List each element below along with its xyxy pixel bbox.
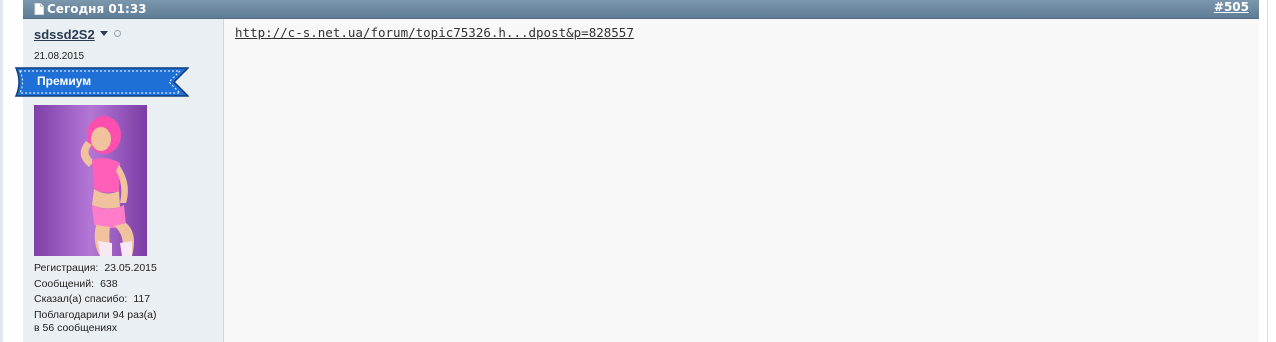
user-date: 21.08.2015 bbox=[34, 51, 85, 62]
rank-label: Премиум bbox=[37, 74, 92, 88]
stat-thanked-line2: в 56 сообщениях bbox=[34, 321, 118, 334]
post-date-text: Сегодня 01:33 bbox=[47, 2, 147, 16]
stat-registration: Регистрация: 23.05.2015 bbox=[34, 261, 157, 277]
post-link[interactable]: http://c-s.net.ua/forum/topic75326.h...d… bbox=[235, 25, 634, 40]
post-content: http://c-s.net.ua/forum/topic75326.h...d… bbox=[224, 19, 1259, 342]
user-menu-arrow-icon[interactable] bbox=[100, 31, 108, 36]
page-left-border bbox=[0, 0, 3, 342]
stat-thanks-label: Сказал(а) спасибо: bbox=[34, 293, 128, 305]
post-permalink[interactable]: #505 bbox=[1214, 0, 1249, 15]
stat-messages-value: 638 bbox=[100, 277, 118, 290]
stat-registration-value: 23.05.2015 bbox=[104, 262, 157, 274]
post-header: Сегодня 01:33 #505 bbox=[23, 0, 1259, 19]
stat-thanked: Поблагодарили 94 раз(а) в 56 сообщениях bbox=[34, 309, 157, 335]
user-avatar[interactable] bbox=[34, 105, 147, 256]
stat-messages: Сообщений: 638 bbox=[34, 277, 157, 293]
stat-messages-label: Сообщений: bbox=[34, 277, 95, 290]
username-link[interactable]: sdssd2S2 bbox=[34, 27, 95, 42]
offline-status-icon bbox=[114, 30, 121, 37]
scrollbar[interactable] bbox=[1267, 0, 1276, 342]
post-date: Сегодня 01:33 bbox=[34, 1, 147, 17]
stat-thanked-line1: Поблагодарили 94 раз(а) bbox=[34, 308, 157, 321]
stat-registration-label: Регистрация: bbox=[34, 262, 99, 274]
forum-post: Сегодня 01:33 #505 sdssd2S2 21.08.2015 П… bbox=[14, 0, 1267, 342]
stat-thanks: Сказал(а) спасибо: 117 bbox=[34, 292, 157, 308]
user-info-panel: sdssd2S2 21.08.2015 Премиум Регистрация:… bbox=[14, 19, 224, 342]
stat-thanks-value: 117 bbox=[133, 293, 151, 305]
user-stats: Регистрация: 23.05.2015 Сообщений: 638 Ска… bbox=[34, 261, 157, 335]
document-icon bbox=[34, 3, 44, 15]
